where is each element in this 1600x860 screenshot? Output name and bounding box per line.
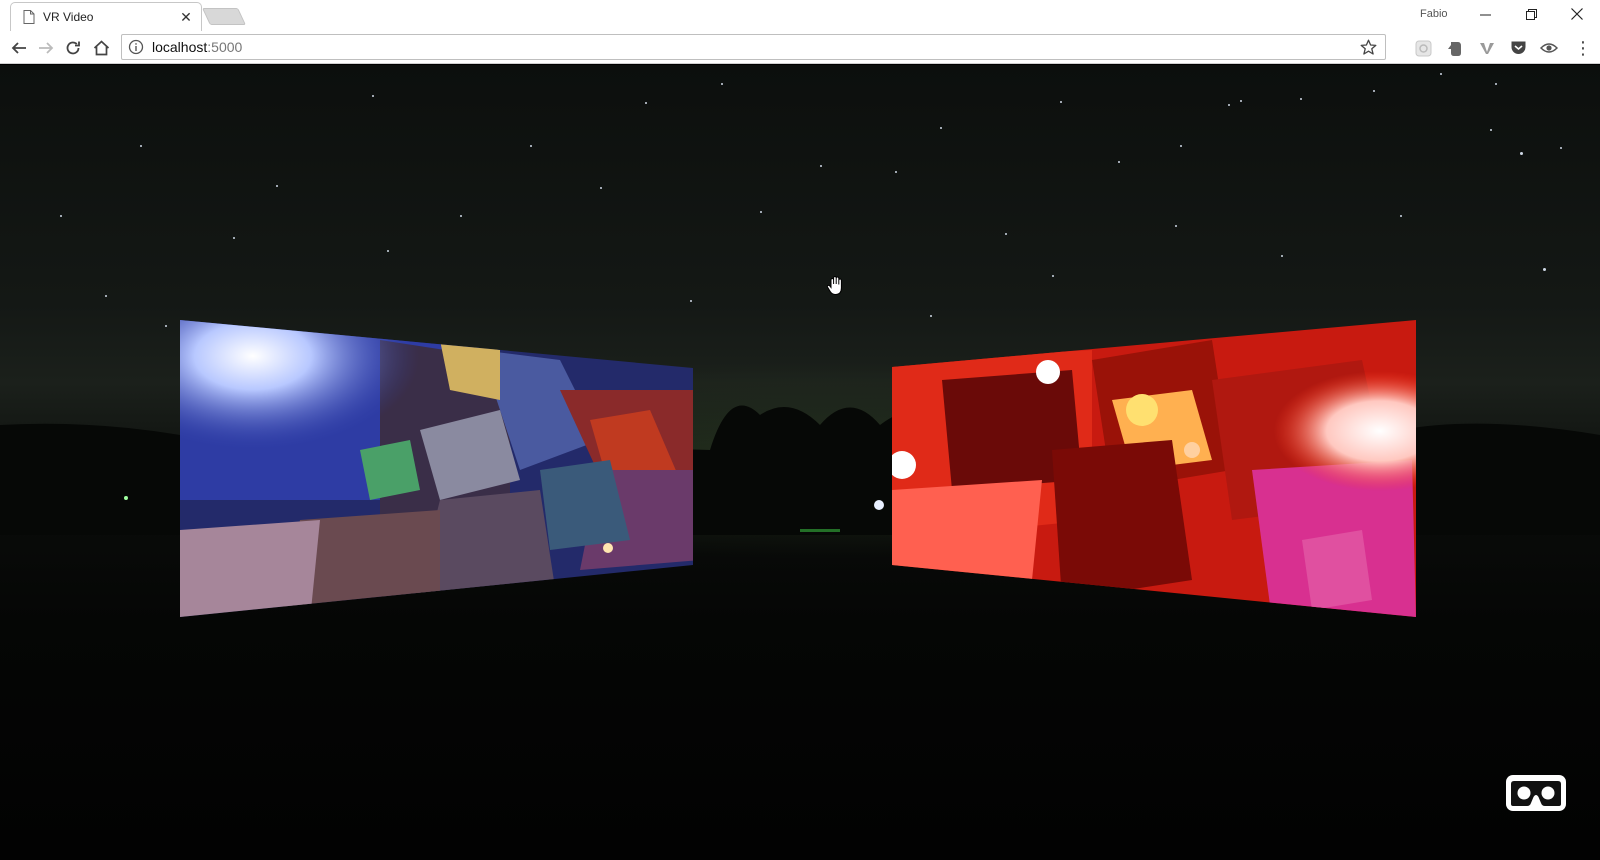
info-icon[interactable] [128, 39, 144, 55]
menu-icon[interactable]: ⋮ [1574, 38, 1592, 58]
eye-icon[interactable] [1540, 39, 1558, 57]
url-port: :5000 [207, 39, 243, 55]
minimize-button[interactable] [1463, 0, 1507, 28]
restore-icon [1525, 8, 1537, 20]
forward-button[interactable] [33, 35, 59, 61]
extension-gear-icon[interactable] [1414, 39, 1432, 57]
pocket-icon[interactable] [1509, 39, 1527, 57]
right-360-video[interactable] [892, 320, 1422, 620]
reload-icon [66, 41, 80, 55]
tab-strip: VR Video ✕ Fabio [0, 0, 1600, 31]
cardboard-vr-icon [1511, 781, 1561, 806]
url-host: localhost [152, 39, 208, 55]
page-icon [23, 10, 35, 24]
new-tab-button[interactable] [202, 8, 246, 25]
tab-close-icon[interactable]: ✕ [177, 8, 195, 26]
profile-name[interactable]: Fabio [1420, 8, 1448, 20]
close-icon [1571, 8, 1583, 20]
close-window-button[interactable] [1555, 0, 1599, 28]
left-360-video[interactable] [180, 320, 700, 620]
back-button[interactable] [6, 35, 32, 61]
tab-vr-video[interactable]: VR Video ✕ [10, 2, 202, 31]
vr-scene[interactable] [0, 65, 1600, 860]
enter-vr-button[interactable] [1506, 775, 1566, 811]
evernote-icon[interactable] [1446, 39, 1464, 57]
bookmark-star-icon[interactable] [1360, 39, 1377, 56]
grab-cursor-icon [826, 275, 842, 296]
forward-arrow-icon [39, 42, 54, 54]
browser-toolbar: localhost:5000 ⋮ [0, 31, 1600, 64]
reload-button[interactable] [60, 35, 86, 61]
home-icon [93, 40, 109, 56]
minimize-icon [1479, 14, 1491, 15]
address-bar[interactable]: localhost:5000 [121, 34, 1386, 60]
tab-title: VR Video [43, 10, 94, 24]
back-arrow-icon [11, 42, 26, 54]
home-button[interactable] [88, 35, 114, 61]
restore-button[interactable] [1509, 0, 1553, 28]
vimeo-icon[interactable] [1478, 39, 1496, 57]
